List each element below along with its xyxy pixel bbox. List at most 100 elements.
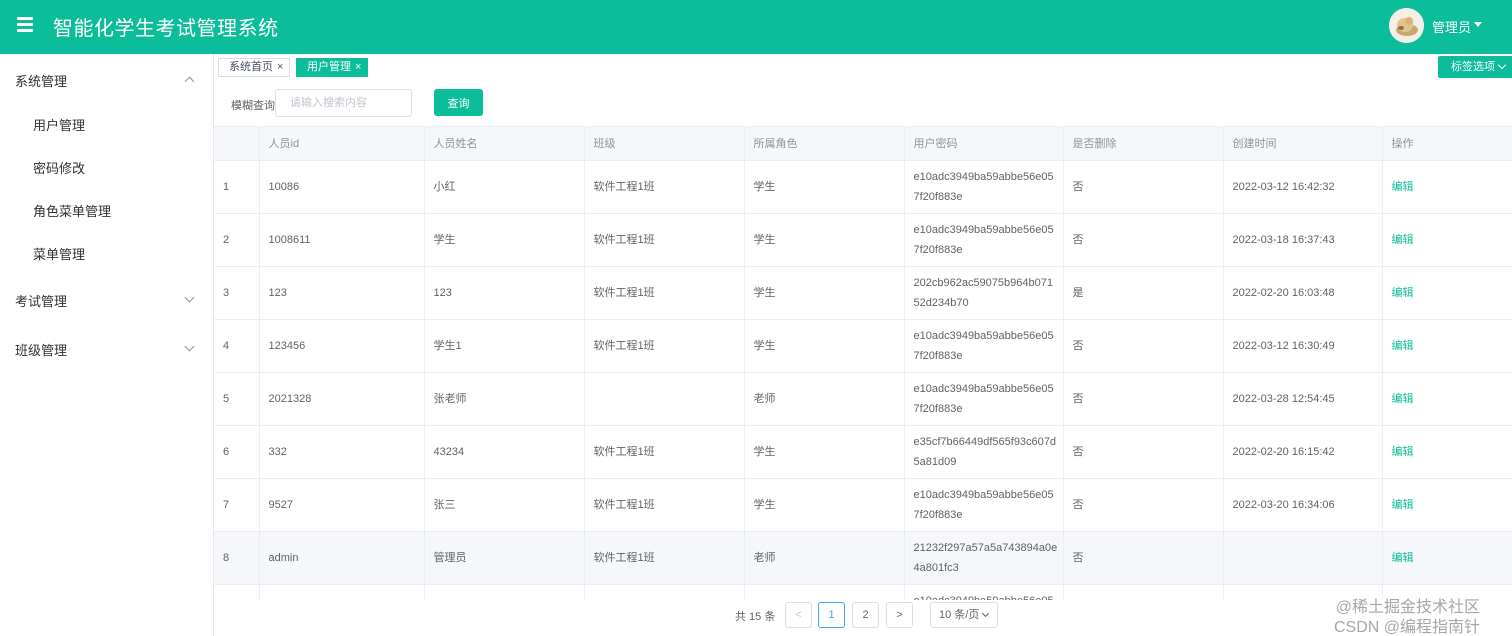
column-header <box>214 127 260 161</box>
user-name[interactable]: 管理员 <box>1432 17 1471 36</box>
table-cell: 软件工程1班 <box>584 478 745 532</box>
table-cell: 学生 <box>424 213 585 267</box>
table-cell: 老师 <box>744 531 905 585</box>
table-row: 8 admin 管理员 软件工程1班 老师 21232f297a57a5a743894a0… <box>214 531 1512 585</box>
column-header: 人员姓名 <box>424 127 585 161</box>
page-button-2[interactable]: 2 <box>852 602 879 628</box>
table-header-row: 人员id 人员姓名 班级 所属角色 用户密码 是否删除 创建时间 操作 <box>214 127 1512 161</box>
table-cell: 1 <box>214 160 260 214</box>
sidebar-item-user-management[interactable]: 用户管理 <box>0 103 213 143</box>
edit-link[interactable]: 编辑 <box>1392 340 1414 352</box>
chevron-right-icon[interactable]: > <box>886 602 913 628</box>
table-row: 7 9527 张三 软件工程1班 学生 e10adc3949ba59abbe56e057f… <box>214 478 1512 532</box>
table-cell: 1008611 <box>259 213 425 267</box>
tab-user-management[interactable]: 用户管理 × <box>296 58 369 77</box>
table-cell: 否 <box>1063 160 1224 214</box>
column-header: 操作 <box>1382 127 1512 161</box>
table-cell: 否 <box>1063 372 1224 426</box>
table-cell: 8 <box>214 531 260 585</box>
edit-link[interactable]: 编辑 <box>1392 552 1414 564</box>
tab-home[interactable]: 系统首页 × <box>218 58 291 77</box>
table-row: e10adc3949ba59abbe56e057f <box>214 584 1512 600</box>
search-label: 模糊查询: <box>231 100 279 112</box>
edit-link[interactable]: 编辑 <box>1392 446 1414 458</box>
table-cell: e10adc3949ba59abbe56e057f <box>904 584 1064 600</box>
table-cell: 否 <box>1063 319 1224 373</box>
table-row: 6 332 43234 软件工程1班 学生 e35cf7b66449df565f93c60… <box>214 425 1512 479</box>
table-cell: 2022-03-12 16:42:32 <box>1223 160 1383 214</box>
table-cell: 学生 <box>744 213 905 267</box>
edit-link[interactable]: 编辑 <box>1392 287 1414 299</box>
search-input[interactable] <box>275 89 412 117</box>
close-icon[interactable]: × <box>277 59 283 76</box>
table-cell: 21232f297a57a5a743894a0e4a801fc3 <box>904 531 1064 585</box>
table-cell: 2022-03-20 16:34:06 <box>1223 478 1383 532</box>
table-cell: 软件工程1班 <box>584 266 745 320</box>
table-cell: 123456 <box>259 319 425 373</box>
sidebar-item-label: 用户管理 <box>33 118 86 133</box>
search-button[interactable]: 查询 <box>434 89 483 116</box>
edit-link[interactable]: 编辑 <box>1392 499 1414 511</box>
table-cell <box>1382 584 1512 600</box>
pagination: 共 15 条 < 1 2 > 10 条/页 <box>214 600 1512 636</box>
table-cell: e35cf7b66449df565f93c607d5a81d09 <box>904 425 1064 479</box>
tab-options-button[interactable]: 标签选项 <box>1438 56 1512 78</box>
table-cell: 软件工程1班 <box>584 319 745 373</box>
table-cell: 9527 <box>259 478 425 532</box>
table-cell: 是 <box>1063 266 1224 320</box>
top-header: 智能化学生考试管理系统 管理员 <box>0 0 1512 54</box>
table-cell: e10adc3949ba59abbe56e057f20f883e <box>904 160 1064 214</box>
table-cell: 管理员 <box>424 531 585 585</box>
table-row: 1 10086 小红 软件工程1班 学生 e10adc3949ba59abbe56e057… <box>214 160 1512 214</box>
tab-label: 系统首页 <box>229 61 273 73</box>
table-cell <box>259 584 425 600</box>
sidebar-item-password-change[interactable]: 密码修改 <box>0 146 213 186</box>
table-cell: 编辑 <box>1382 478 1512 532</box>
sidebar-group-system[interactable]: 系统管理 <box>0 59 213 99</box>
sidebar-item-menu-management[interactable]: 菜单管理 <box>0 232 213 272</box>
table-cell <box>744 584 905 600</box>
sidebar-group-class[interactable]: 班级管理 <box>0 328 213 368</box>
table-cell: 3 <box>214 266 260 320</box>
column-header: 用户密码 <box>904 127 1064 161</box>
table-cell: 2022-03-28 12:54:45 <box>1223 372 1383 426</box>
table-cell: 编辑 <box>1382 266 1512 320</box>
edit-link[interactable]: 编辑 <box>1392 234 1414 246</box>
edit-link[interactable]: 编辑 <box>1392 181 1414 193</box>
chevron-up-icon <box>184 76 195 87</box>
page-size-select[interactable]: 10 条/页 <box>930 602 998 628</box>
table-cell: 2022-03-12 16:30:49 <box>1223 319 1383 373</box>
close-icon[interactable]: × <box>355 59 361 76</box>
table-row: 5 2021328 张老师 老师 e10adc3949ba59abbe56e057f20… <box>214 372 1512 426</box>
table-cell: e10adc3949ba59abbe56e057f20f883e <box>904 319 1064 373</box>
table-cell: 7 <box>214 478 260 532</box>
table-cell <box>584 372 745 426</box>
table-cell: 编辑 <box>1382 160 1512 214</box>
page-button-1[interactable]: 1 <box>818 602 845 628</box>
sidebar-group-exam[interactable]: 考试管理 <box>0 279 213 319</box>
table-cell: 学生1 <box>424 319 585 373</box>
sidebar-item-role-menu[interactable]: 角色菜单管理 <box>0 189 213 229</box>
table-cell <box>1223 584 1383 600</box>
chevron-down-icon <box>981 609 990 618</box>
chevron-left-icon[interactable]: < <box>785 602 812 628</box>
table-cell: 学生 <box>744 425 905 479</box>
user-avatar[interactable] <box>1389 8 1424 43</box>
table-cell: 软件工程1班 <box>584 213 745 267</box>
app-title: 智能化学生考试管理系统 <box>53 18 279 40</box>
sidebar-item-label: 密码修改 <box>33 161 86 176</box>
table-cell <box>584 584 745 600</box>
caret-down-icon[interactable] <box>1474 22 1482 27</box>
menu-toggle-icon[interactable] <box>17 17 35 33</box>
table-cell: admin <box>259 531 425 585</box>
table-cell <box>424 584 585 600</box>
table-cell: 张三 <box>424 478 585 532</box>
chevron-down-icon <box>184 292 195 303</box>
table-cell: 否 <box>1063 478 1224 532</box>
edit-link[interactable]: 编辑 <box>1392 393 1414 405</box>
chevron-down-icon <box>1497 60 1507 70</box>
table-cell: 编辑 <box>1382 372 1512 426</box>
column-header: 是否删除 <box>1063 127 1224 161</box>
table-row: 3 123 123 软件工程1班 学生 202cb962ac59075b964b07152… <box>214 266 1512 320</box>
table-cell: 2022-02-20 16:03:48 <box>1223 266 1383 320</box>
